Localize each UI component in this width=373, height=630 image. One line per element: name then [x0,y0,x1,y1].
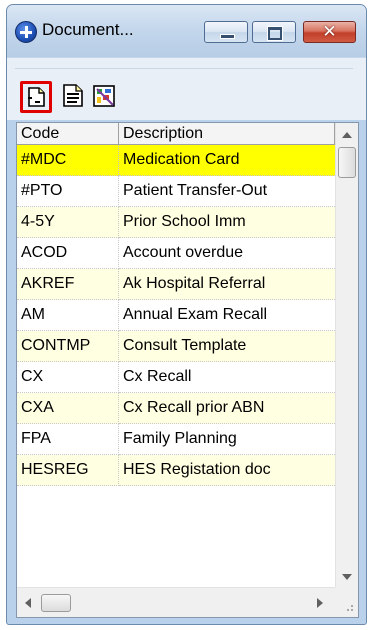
table-row[interactable]: CONTMP Consult Template [17,331,335,362]
table-row[interactable]: AKREF Ak Hospital Referral [17,269,335,300]
cell-description: Consult Template [119,331,335,362]
cell-description: Patient Transfer-Out [119,176,335,207]
cell-code: #MDC [17,145,119,176]
horizontal-scrollbar[interactable] [17,587,335,617]
app-plus-icon [15,21,37,43]
cell-description: Prior School Imm [119,207,335,238]
close-button[interactable]: ✕ [303,21,356,43]
cell-description: Cx Recall [119,362,335,393]
new-document-button[interactable] [20,81,52,113]
column-header-description[interactable]: Description [119,123,335,144]
scroll-right-arrow-icon[interactable] [317,598,323,608]
vertical-scrollbar[interactable] [335,123,358,587]
table-row[interactable]: CXA Cx Recall prior ABN [17,393,335,424]
window-title: Document... [42,20,134,39]
maximize-icon [268,27,282,40]
table-row[interactable]: FPA Family Planning [17,424,335,455]
design-icon [93,85,115,107]
title-bar[interactable]: Document... ✕ [7,5,366,57]
cell-description: Account overdue [119,238,335,269]
new-document-icon [28,87,45,107]
size-grip-icon[interactable] [335,587,358,617]
scroll-up-arrow-icon[interactable] [342,132,352,138]
cell-code: AKREF [17,269,119,300]
cell-code: AM [17,300,119,331]
vertical-scroll-thumb[interactable] [338,147,356,178]
cell-code: HESREG [17,455,119,486]
cell-code: FPA [17,424,119,455]
cell-description: Annual Exam Recall [119,300,335,331]
cell-code: CX [17,362,119,393]
cell-code: #PTO [17,176,119,207]
cell-description: Medication Card [119,145,335,176]
cell-code: CXA [17,393,119,424]
minimize-button[interactable] [204,21,248,43]
document-window: Document... ✕ Code Description #MDC Medi… [6,4,367,625]
cell-description: HES Registation doc [119,455,335,486]
table-row[interactable]: CX Cx Recall [17,362,335,393]
column-header-code[interactable]: Code [17,123,119,144]
list-header: Code Description [17,123,335,145]
table-row[interactable]: #PTO Patient Transfer-Out [17,176,335,207]
minimize-icon [220,34,235,39]
cell-description: Cx Recall prior ABN [119,393,335,424]
design-button[interactable] [91,81,123,113]
cell-description: Family Planning [119,424,335,455]
cell-description: Ak Hospital Referral [119,269,335,300]
list-rows: #MDC Medication Card #PTO Patient Transfer-… [17,145,335,486]
table-row[interactable]: ACOD Account overdue [17,238,335,269]
table-row[interactable]: #MDC Medication Card [17,145,335,176]
horizontal-scroll-thumb[interactable] [41,594,71,612]
table-row[interactable]: HESREG HES Registation doc [17,455,335,486]
close-icon: ✕ [322,22,337,42]
toolbar [7,57,366,120]
toolbar-divider [15,68,353,69]
cell-code: 4-5Y [17,207,119,238]
document-preview-button[interactable] [59,81,91,113]
cell-code: ACOD [17,238,119,269]
document-preview-icon [63,84,83,107]
table-row[interactable]: AM Annual Exam Recall [17,300,335,331]
maximize-button[interactable] [252,21,296,43]
scroll-left-arrow-icon[interactable] [25,598,31,608]
table-row[interactable]: 4-5Y Prior School Imm [17,207,335,238]
document-list[interactable]: Code Description #MDC Medication Card #PTO… [16,122,359,618]
cell-code: CONTMP [17,331,119,362]
scroll-down-arrow-icon[interactable] [342,574,352,580]
